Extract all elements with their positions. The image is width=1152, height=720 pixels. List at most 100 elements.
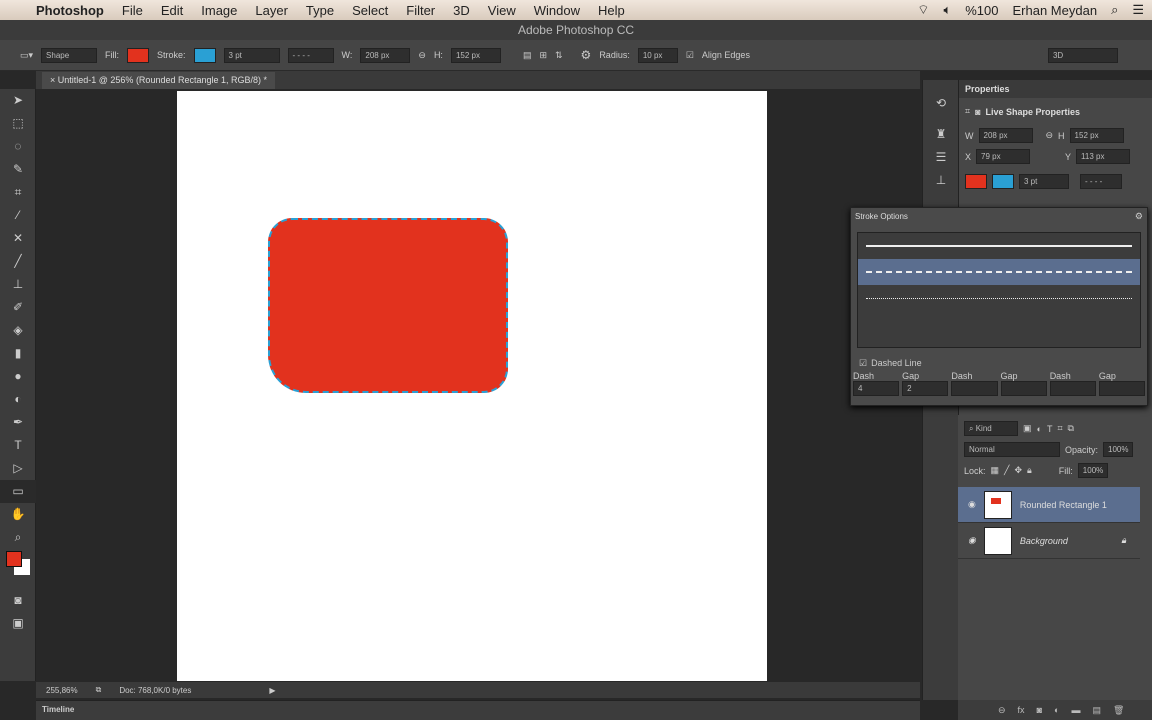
blend-mode-select[interactable]: Normal [964,442,1060,457]
layer-row[interactable]: ◉ Rounded Rectangle 1 [958,487,1140,523]
menu-file[interactable]: File [122,3,143,18]
new-layer-icon[interactable]: ▤ [1092,705,1101,716]
filter-type-icon[interactable]: T [1047,424,1053,434]
hand-tool-icon[interactable]: ✋ [0,503,36,526]
prop-stroke-type[interactable]: - - - - [1080,174,1122,189]
prop-fill-swatch[interactable] [965,174,987,189]
path-arrange-icon[interactable]: ⇅ [555,50,563,61]
link-layers-icon[interactable]: ⊖ [998,705,1006,716]
fx-icon[interactable]: fx [1018,705,1025,715]
workspace-select[interactable]: 3D [1047,47,1118,63]
history-brush-icon[interactable]: ✐ [0,296,36,319]
foreground-color[interactable] [6,551,22,567]
eraser-tool-icon[interactable]: ◈ [0,319,36,342]
align-edges-checkbox[interactable]: ☑ [686,50,694,61]
libraries-panel-icon[interactable]: ⊥ [923,169,959,192]
brush-tool-icon[interactable]: ╱ [0,250,36,273]
close-tab-icon[interactable]: × [50,75,58,85]
menu-3d[interactable]: 3D [453,3,470,18]
menu-select[interactable]: Select [352,3,388,18]
history-panel-icon[interactable]: ⟲ [923,92,959,115]
dashed-line-preset[interactable] [858,259,1140,285]
quick-mask-icon[interactable]: ◙ [0,589,36,612]
gear-icon[interactable]: ⚙ [1135,211,1143,222]
prop-height-input[interactable]: 152 px [1069,128,1124,143]
dash-input[interactable]: 4 [853,381,900,396]
pen-tool-icon[interactable]: ✒ [0,411,36,434]
eye-icon[interactable]: ◉ [968,499,976,510]
timeline-panel-tab[interactable]: Timeline [36,700,920,720]
dash-input[interactable] [1049,381,1096,396]
lock-pixels-icon[interactable]: ▦ [991,465,1000,476]
filter-smart-icon[interactable]: ⧉ [1068,423,1074,434]
document-tab[interactable]: × Untitled-1 @ 256% (Rounded Rectangle 1… [42,72,276,89]
menu-window[interactable]: Window [534,3,580,18]
share-icon[interactable]: ⧉ [96,685,102,695]
color-swatches[interactable] [0,549,35,589]
prop-stroke-width[interactable]: 3 pt [1019,174,1069,189]
eye-icon[interactable]: ◉ [968,535,976,546]
path-select-tool-icon[interactable]: ▷ [0,457,36,480]
dodge-tool-icon[interactable]: ◐ [0,388,36,411]
path-ops-icon[interactable]: ▤ [523,50,532,61]
menu-type[interactable]: Type [306,3,334,18]
move-tool-icon[interactable]: ➤ [0,89,36,112]
screen-mode-icon[interactable]: ▣ [0,612,36,635]
layer-row[interactable]: ◉ Background 🔒︎ [958,523,1140,559]
stroke-width-input[interactable]: 3 pt [223,47,280,63]
filter-adjust-icon[interactable]: ◐ [1037,424,1042,434]
menu-view[interactable]: View [488,3,516,18]
prop-x-input[interactable]: 79 px [976,149,1031,164]
menu-filter[interactable]: Filter [406,3,435,18]
fill-input[interactable]: 100% [1077,463,1109,478]
marquee-tool-icon[interactable]: ⬚ [0,112,36,135]
dash-input[interactable] [951,381,998,396]
filter-pixel-icon[interactable]: ▣ [1023,423,1032,434]
solid-line-preset[interactable] [858,233,1140,259]
height-input[interactable]: 152 px [450,47,501,63]
gap-input[interactable] [1000,381,1047,396]
adjustments-panel-icon[interactable]: ♜ [923,123,959,146]
group-icon[interactable]: ▬ [1071,705,1080,715]
gap-input[interactable]: 2 [902,381,949,396]
fill-swatch[interactable] [127,47,150,63]
lasso-tool-icon[interactable]: ◌ [0,135,36,158]
path-align-icon[interactable]: ⊞ [539,50,547,61]
menu-layer[interactable]: Layer [255,3,288,18]
prop-y-input[interactable]: 113 px [1076,149,1131,164]
menu-image[interactable]: Image [201,3,237,18]
healing-tool-icon[interactable]: ✕ [0,227,36,250]
eyedropper-tool-icon[interactable]: ⁄ [0,204,36,227]
gradient-tool-icon[interactable]: ▮ [0,342,36,365]
dashed-line-checkbox[interactable]: ☑ [859,358,867,369]
menu-edit[interactable]: Edit [161,3,183,18]
lock-position-icon[interactable]: ✥ [1014,465,1022,476]
gap-input[interactable] [1098,381,1146,396]
mode-select[interactable]: Shape [41,47,98,63]
lock-paint-icon[interactable]: ╱ [1004,465,1009,476]
user-name[interactable]: Erhan Meydan [1013,3,1098,18]
canvas-document[interactable] [177,91,767,681]
adjustment-layer-icon[interactable]: ◐ [1054,705,1059,715]
dotted-line-preset[interactable] [858,285,1140,311]
width-input[interactable]: 208 px [360,47,411,63]
status-menu-arrow[interactable]: ▶ [269,686,275,695]
filter-kind-select[interactable]: ⌕ Kind [964,421,1018,436]
quick-select-tool-icon[interactable]: ✎ [0,158,36,181]
notification-icon[interactable]: ☰ [1132,2,1144,18]
type-tool-icon[interactable]: T [0,434,36,457]
stamp-tool-icon[interactable]: ⊥ [0,273,36,296]
zoom-tool-icon[interactable]: ⌕ [0,526,36,549]
rounded-rectangle-shape[interactable] [268,218,508,393]
opacity-input[interactable]: 100% [1103,442,1134,457]
zoom-level[interactable]: 255,86% [46,686,78,695]
prop-width-input[interactable]: 208 px [978,128,1033,143]
radius-input[interactable]: 10 px [637,47,678,63]
gear-icon[interactable]: ⚙ [581,48,592,62]
menu-app[interactable]: Photoshop [36,3,104,18]
menu-help[interactable]: Help [598,3,625,18]
crop-tool-icon[interactable]: ⌗ [0,181,36,204]
wifi-icon[interactable]: ⌔ [917,2,929,18]
add-mask-icon[interactable]: ◙ [1037,705,1042,715]
volume-icon[interactable]: 🔈︎ [943,2,951,18]
